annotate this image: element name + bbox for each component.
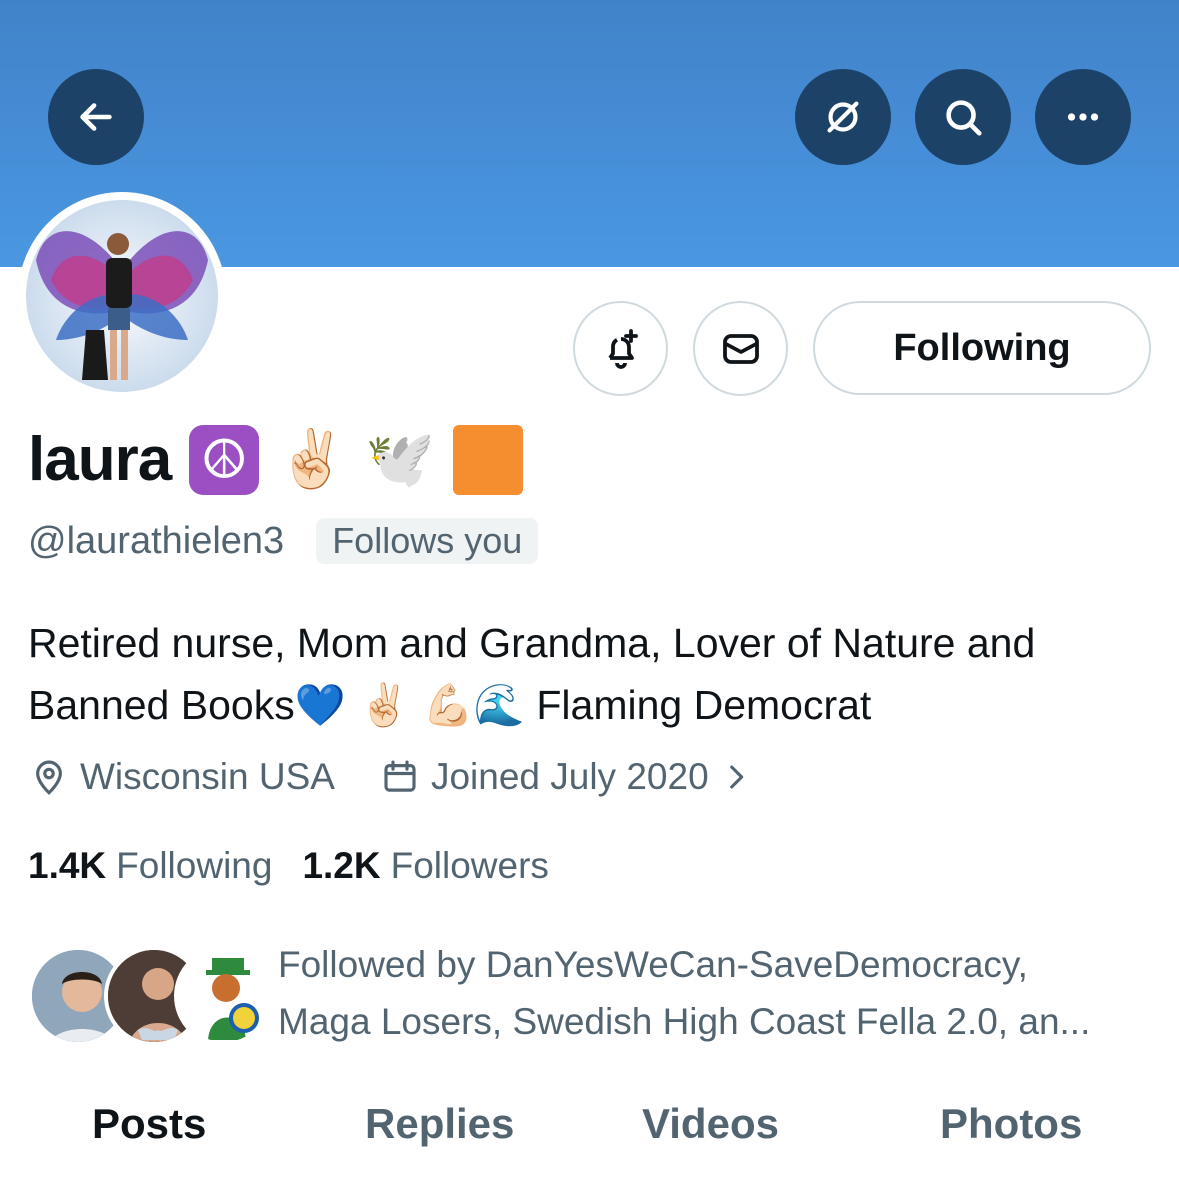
notify-button[interactable] [573,301,668,396]
follows-you-badge: Follows you [316,518,539,564]
following-button[interactable]: Following [813,301,1151,395]
more-horizontal-icon [1067,113,1099,121]
following-button-label: Following [893,326,1071,369]
profile-avatar[interactable] [18,192,226,400]
join-date-text: Joined July 2020 [430,756,709,797]
tab-videos[interactable]: Videos [642,1100,779,1148]
chevron-right-icon [729,765,743,789]
bio-line-2: Banned Books💙 ✌🏻 💪🏻🌊 Flaming Democrat [28,674,1148,736]
profile-bio: Retired nurse, Mom and Grandma, Lover of… [28,612,1148,736]
calendar-icon [384,760,416,792]
following-stat[interactable]: 1.4K Following [28,845,272,887]
follow-stats: 1.4K Following 1.2K Followers [28,845,549,887]
profile-tabs: Posts Replies Videos Photos [0,1100,1179,1170]
following-count: 1.4K [28,845,107,886]
more-button[interactable] [1035,69,1131,165]
followers-stat[interactable]: 1.2K Followers [302,845,548,887]
join-date[interactable]: Joined July 2020 [379,756,753,798]
slashed-circle-icon [827,101,859,133]
followed-by-text: Followed by DanYesWeCan-SaveDemocracy, M… [278,936,1138,1050]
avatar-photo [26,200,218,392]
mail-icon [722,333,759,364]
victory-hand-emoji: ✌🏻 [277,426,347,492]
tab-posts[interactable]: Posts [92,1100,206,1148]
followed-by-line-2: Maga Losers, Swedish High Coast Fella 2.… [278,1001,1091,1042]
handle-row: @laurathielen3 Follows you [28,518,539,564]
display-name: laura [28,425,172,494]
follower-avatar-3 [174,946,274,1046]
bell-plus-icon [607,328,638,369]
tab-replies[interactable]: Replies [365,1100,514,1148]
followed-by-line-1: Followed by DanYesWeCan-SaveDemocracy, [278,944,1028,985]
dove-emoji: 🕊️ [364,426,435,492]
back-button[interactable] [48,69,144,165]
followers-count: 1.2K [302,845,381,886]
peace-symbol-emoji: ☮ [189,424,260,495]
following-label: Following [116,845,273,886]
bio-banned-books: Banned Books [28,682,295,728]
bio-line-1: Retired nurse, Mom and Grandma, Lover of… [28,620,1036,666]
location: Wisconsin USA [28,756,335,798]
profile-meta: Wisconsin USA Joined July 2020 [28,756,753,798]
search-button[interactable] [915,69,1011,165]
bio-tail: Flaming Democrat [536,682,872,728]
tab-photos[interactable]: Photos [940,1100,1082,1148]
grok-button[interactable] [795,69,891,165]
bio-emojis: 💙 ✌🏻 💪🏻🌊 [294,681,525,729]
message-button[interactable] [693,301,788,396]
arrow-left-icon [80,103,112,131]
orange-square-emoji [452,424,523,495]
display-name-row: laura ☮ ✌🏻 🕊️ [28,424,523,495]
user-handle: @laurathielen3 [28,519,285,562]
search-icon [946,100,982,136]
followers-label: Followers [390,845,549,886]
location-text: Wisconsin USA [80,756,335,797]
location-pin-icon [36,760,62,795]
